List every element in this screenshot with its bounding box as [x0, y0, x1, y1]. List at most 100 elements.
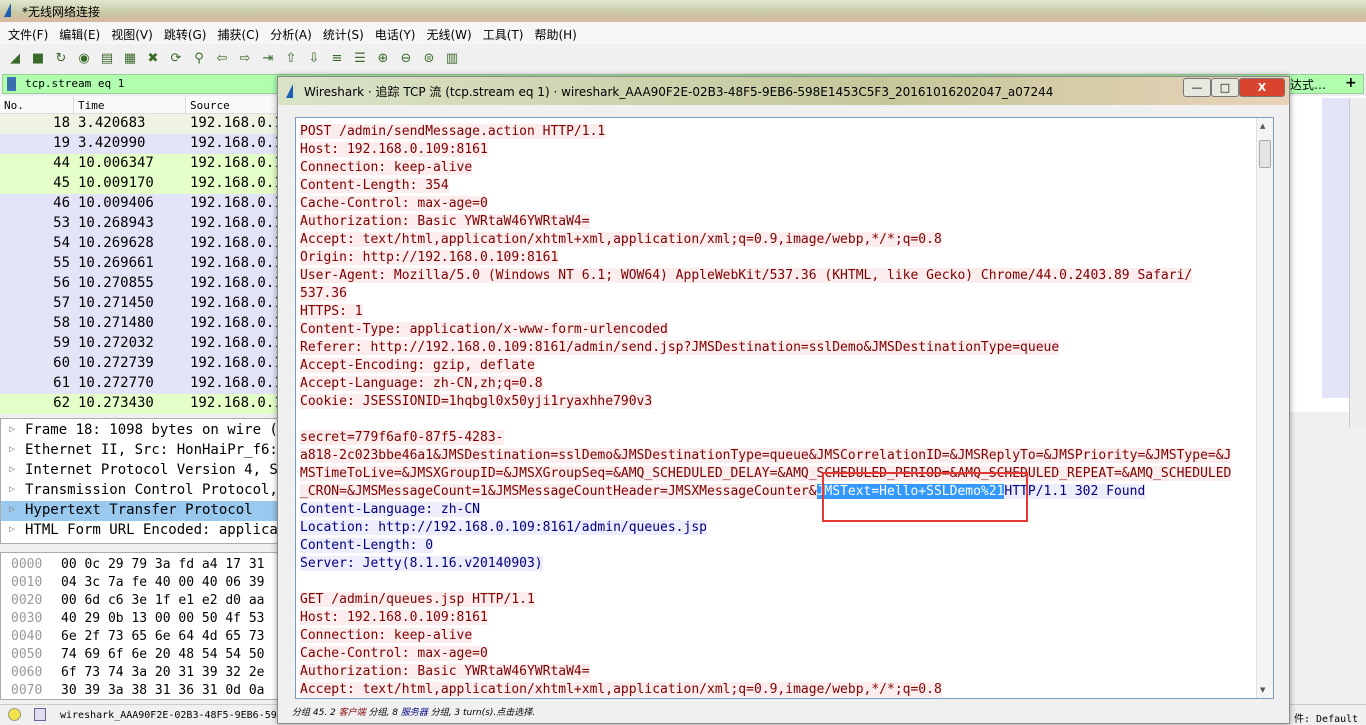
- client-text[interactable]: HTTPS: 1: [300, 304, 363, 319]
- client-text[interactable]: Accept-Language: zh-CN,zh;q=0.8: [300, 376, 543, 391]
- menu-item[interactable]: 编辑(E): [57, 22, 109, 44]
- detail-tree-item[interactable]: ▷ Hypertext Transfer Protocol: [1, 501, 281, 521]
- server-text[interactable]: Content-Language: zh-CN: [300, 502, 481, 517]
- client-text[interactable]: Cache-Control: max-age=0: [300, 646, 488, 661]
- column-header-time[interactable]: Time: [74, 96, 186, 114]
- client-text[interactable]: GET /admin/queues.jsp HTTP/1.1: [300, 592, 535, 607]
- client-text[interactable]: Authorization: Basic YWRtaW46YWRtaW4=: [300, 214, 590, 229]
- expand-arrow-icon[interactable]: ▷: [9, 484, 15, 495]
- profile-label[interactable]: 件: Default: [1294, 710, 1358, 725]
- detail-tree-item[interactable]: ▷ HTML Form URL Encoded: applicati: [1, 521, 281, 541]
- client-text[interactable]: Accept: text/html,application/xhtml+xml,…: [300, 232, 942, 247]
- column-header-no[interactable]: No.: [0, 96, 74, 114]
- table-row[interactable]: 59 10.272032 192.168.0.1: [0, 334, 283, 354]
- client-text[interactable]: Host: 192.168.0.109:8161: [300, 610, 488, 625]
- resize-columns-icon[interactable]: ▥: [443, 49, 461, 67]
- save-file-icon[interactable]: ▦: [121, 49, 139, 67]
- last-packet-icon[interactable]: ⇩: [305, 49, 323, 67]
- dialog-title-bar[interactable]: Wireshark · 追踪 TCP 流 (tcp.stream eq 1) ·…: [278, 77, 1289, 105]
- zoom-out-icon[interactable]: ⊖: [397, 49, 415, 67]
- close-file-icon[interactable]: ✖: [144, 49, 162, 67]
- zoom-in-icon[interactable]: ⊕: [374, 49, 392, 67]
- packet-list-scrollbar[interactable]: [1349, 98, 1366, 428]
- shark-fin-start-icon[interactable]: ◢: [6, 49, 24, 67]
- server-text[interactable]: Content-Length: 0: [300, 538, 434, 553]
- scroll-thumb[interactable]: [1259, 140, 1271, 168]
- bookmark-icon[interactable]: [7, 77, 16, 91]
- detail-tree-item[interactable]: ▷ Transmission Control Protocol,: [1, 481, 281, 501]
- table-row[interactable]: 18 3.420683 192.168.0.1: [0, 114, 283, 134]
- client-text[interactable]: 537.36: [300, 286, 347, 301]
- menu-item[interactable]: 视图(V): [109, 22, 162, 44]
- forward-arrow-icon[interactable]: ⇨: [236, 49, 254, 67]
- scroll-up-icon[interactable]: ▲: [1260, 122, 1265, 130]
- client-text[interactable]: Cache-Control: max-age=0: [300, 196, 488, 211]
- expand-arrow-icon[interactable]: ▷: [9, 444, 15, 455]
- options-icon[interactable]: ◉: [75, 49, 93, 67]
- server-text[interactable]: Location: http://192.168.0.109:8161/admi…: [300, 520, 707, 535]
- expand-arrow-icon[interactable]: ▷: [9, 424, 15, 435]
- table-row[interactable]: 62 10.273430 192.168.0.1: [0, 394, 283, 414]
- colorize-icon[interactable]: ☰: [351, 49, 369, 67]
- menu-item[interactable]: 分析(A): [268, 22, 321, 44]
- client-text[interactable]: Connection: keep-alive: [300, 160, 473, 175]
- expand-arrow-icon[interactable]: ▷: [9, 464, 15, 475]
- menu-item[interactable]: 跳转(G): [162, 22, 216, 44]
- client-text[interactable]: Connection: keep-alive: [300, 628, 473, 643]
- menu-item[interactable]: 帮助(H): [532, 22, 585, 44]
- client-text[interactable]: Referer: http://192.168.0.109:8161/admin…: [300, 340, 1060, 355]
- find-icon[interactable]: ⚲: [190, 49, 208, 67]
- menu-item[interactable]: 电话(Y): [373, 22, 425, 44]
- client-text[interactable]: MSTimeToLive=&JMSXGroupID=&JMSXGroupSeq=…: [300, 466, 1232, 481]
- maximize-button[interactable]: □: [1211, 78, 1239, 97]
- first-packet-icon[interactable]: ⇧: [282, 49, 300, 67]
- client-text[interactable]: Authorization: Basic YWRtaW46YWRtaW4=: [300, 664, 590, 679]
- column-header-source[interactable]: Source: [186, 96, 286, 114]
- table-row[interactable]: 45 10.009170 192.168.0.1: [0, 174, 283, 194]
- menu-item[interactable]: 捕获(C): [215, 22, 268, 44]
- server-text[interactable]: Server: Jetty(8.1.16.v20140903): [300, 556, 543, 571]
- client-text[interactable]: Host: 192.168.0.109:8161: [300, 142, 488, 157]
- menu-item[interactable]: 无线(W): [425, 22, 481, 44]
- table-row[interactable]: 53 10.268943 192.168.0.1: [0, 214, 283, 234]
- autoscroll-icon[interactable]: ≡: [328, 49, 346, 67]
- expert-info-icon[interactable]: [8, 708, 21, 721]
- menu-item[interactable]: 文件(F): [6, 22, 57, 44]
- minimize-button[interactable]: —: [1183, 78, 1211, 97]
- close-button[interactable]: X: [1239, 78, 1285, 97]
- filter-expression-button[interactable]: 达式…: [1290, 76, 1326, 93]
- table-row[interactable]: 54 10.269628 192.168.0.1: [0, 234, 283, 254]
- detail-tree-item[interactable]: ▷ Frame 18: 1098 bytes on wire (8: [1, 421, 281, 441]
- detail-tree-item[interactable]: ▷ Ethernet II, Src: HonHaiPr_f6:6: [1, 441, 281, 461]
- table-row[interactable]: 44 10.006347 192.168.0.1: [0, 154, 283, 174]
- client-text[interactable]: Origin: http://192.168.0.109:8161: [300, 250, 559, 265]
- go-to-packet-icon[interactable]: ⇥: [259, 49, 277, 67]
- client-text[interactable]: a818-2c023bbe46a1&JMSDestination=sslDemo…: [300, 448, 1232, 463]
- reload-icon[interactable]: ⟳: [167, 49, 185, 67]
- client-text[interactable]: _CRON=&JMSMessageCount=1&JMSMessageCount…: [300, 484, 817, 499]
- add-filter-button[interactable]: +: [1345, 75, 1357, 91]
- client-text[interactable]: User-Agent: Mozilla/5.0 (Windows NT 6.1;…: [300, 268, 1193, 283]
- stream-content[interactable]: POST /admin/sendMessage.action HTTP/1.1 H…: [295, 117, 1274, 699]
- filter-value[interactable]: tcp.stream eq 1: [25, 77, 124, 90]
- menu-item[interactable]: 工具(T): [481, 22, 533, 44]
- table-row[interactable]: 19 3.420990 192.168.0.1: [0, 134, 283, 154]
- client-text[interactable]: Accept: text/html,application/xhtml+xml,…: [300, 682, 942, 697]
- client-text[interactable]: Content-Length: 354: [300, 178, 449, 193]
- expand-arrow-icon[interactable]: ▷: [9, 504, 15, 515]
- client-text[interactable]: POST /admin/sendMessage.action HTTP/1.1: [300, 124, 606, 139]
- table-row[interactable]: 46 10.009406 192.168.0.1: [0, 194, 283, 214]
- table-row[interactable]: 56 10.270855 192.168.0.1: [0, 274, 283, 294]
- table-row[interactable]: 60 10.272739 192.168.0.1: [0, 354, 283, 374]
- open-folder-icon[interactable]: ▤: [98, 49, 116, 67]
- capture-comment-icon[interactable]: [34, 708, 46, 721]
- client-text[interactable]: Content-Type: application/x-www-form-url…: [300, 322, 668, 337]
- client-text[interactable]: Accept-Encoding: gzip, deflate: [300, 358, 535, 373]
- stop-icon[interactable]: ■: [29, 49, 47, 67]
- scroll-down-icon[interactable]: ▼: [1260, 686, 1265, 694]
- table-row[interactable]: 55 10.269661 192.168.0.1: [0, 254, 283, 274]
- menu-item[interactable]: 统计(S): [321, 22, 373, 44]
- table-row[interactable]: 58 10.271480 192.168.0.1: [0, 314, 283, 334]
- back-arrow-icon[interactable]: ⇦: [213, 49, 231, 67]
- restart-icon[interactable]: ↻: [52, 49, 70, 67]
